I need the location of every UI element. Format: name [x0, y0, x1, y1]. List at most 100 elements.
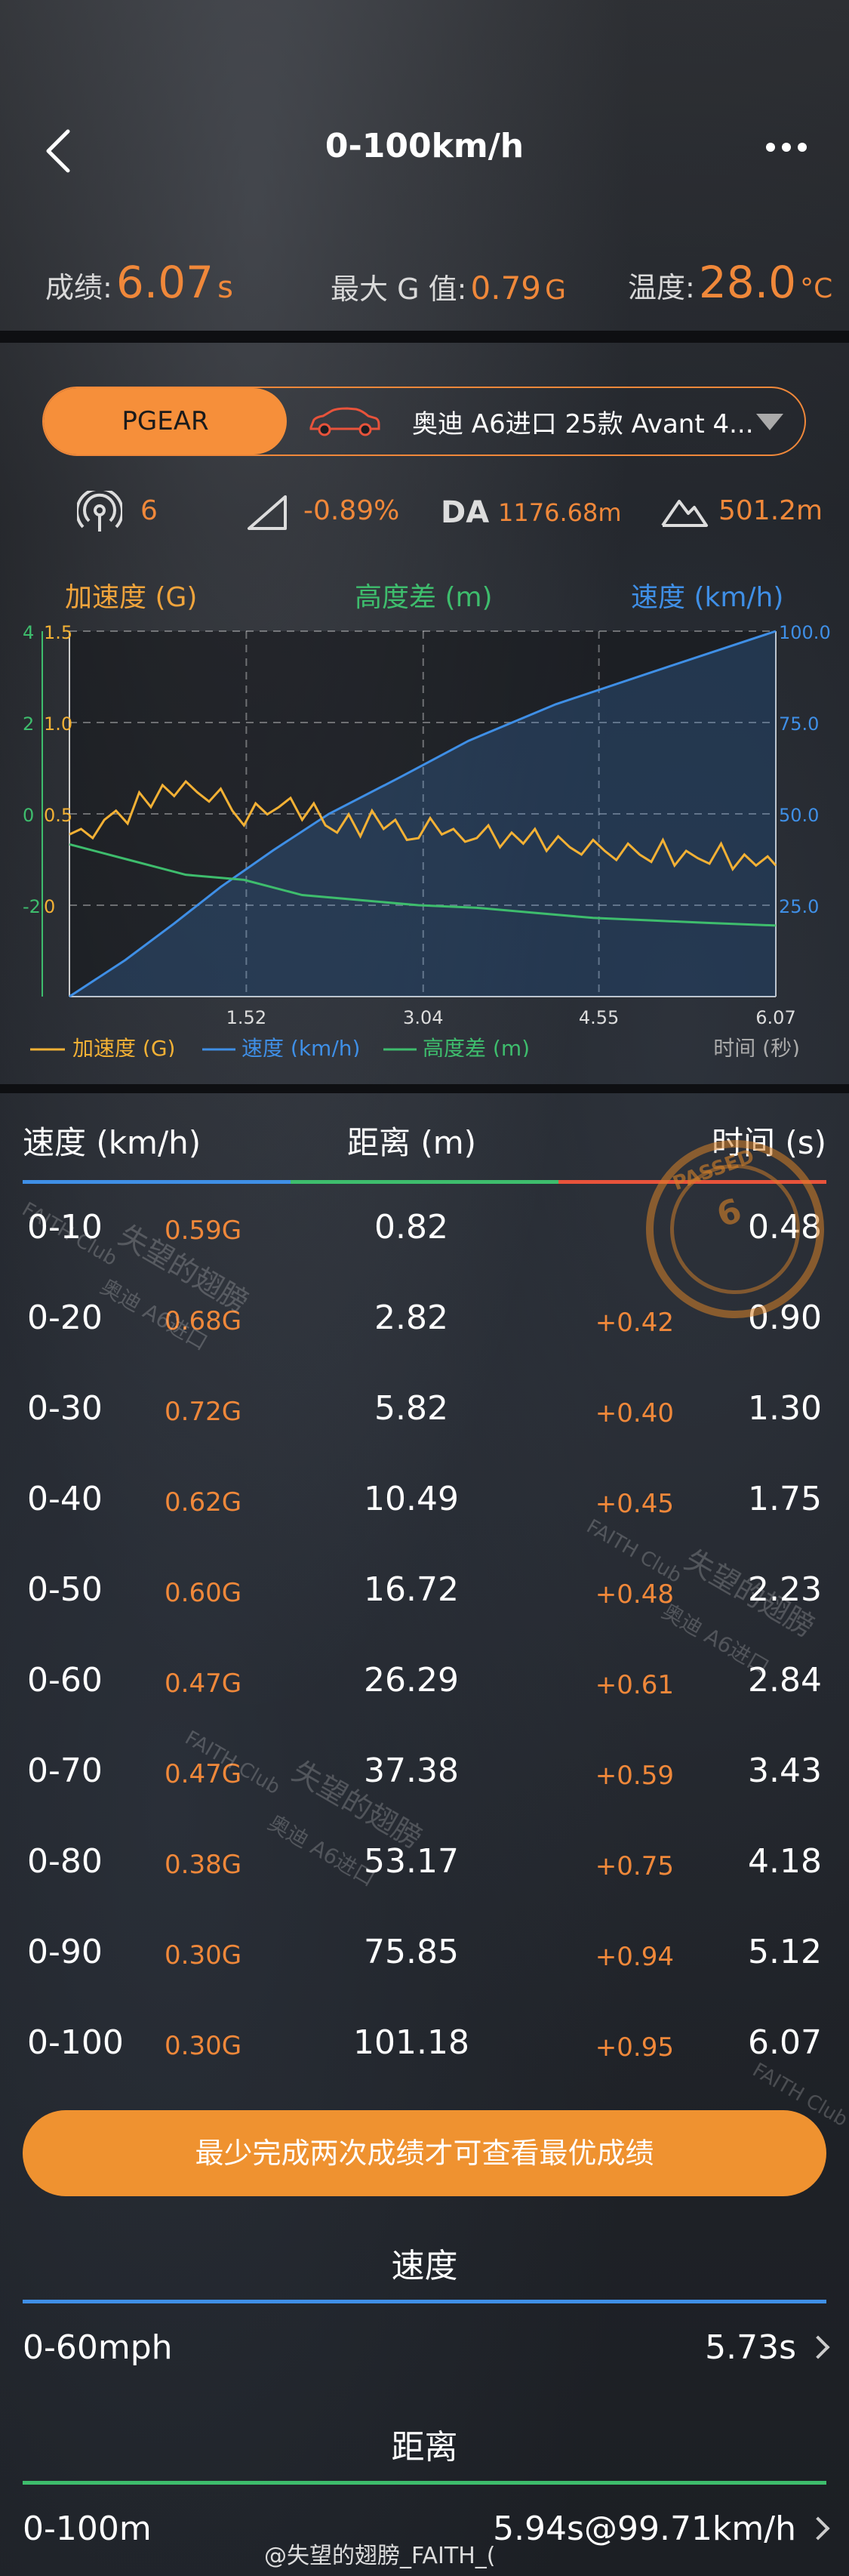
row-time-delta: +0.59 [595, 1761, 674, 1791]
y-tick-altitude: 0 [23, 805, 34, 826]
more-icon[interactable] [759, 140, 807, 155]
speed-section-line [23, 2300, 826, 2303]
da-value: 1176.68m [498, 498, 622, 527]
slope-icon [248, 495, 287, 530]
speed-result-row[interactable]: 0-60mph 5.73s [23, 2328, 830, 2381]
acceleration-chart: 1.54 100.01.02 75.00.50 50.00-2 25.01.52 3.04… [23, 622, 831, 1057]
footer-watermark: @失望的翅膀_FAITH_( [264, 2543, 496, 2569]
score-value: 6.07 [115, 257, 214, 308]
temperature-stat: 温度: 28.0 °C [628, 257, 832, 308]
x-axis-label: 时间 (秒) [713, 1036, 800, 1057]
row-distance: 10.49 [364, 1480, 459, 1518]
temperature-unit: °C [800, 273, 833, 304]
view-best-button[interactable]: 最少完成两次成绩才可查看最优成绩 [23, 2110, 826, 2196]
divider [0, 1084, 849, 1093]
score-label: 成绩: [45, 271, 112, 304]
speed-result-value: 5.73s [705, 2328, 796, 2367]
row-g-value: 0.47G [165, 1669, 242, 1699]
row-time: 1.75 [748, 1480, 822, 1518]
row-distance: 75.85 [364, 1933, 459, 1971]
temperature-value: 28.0 [698, 257, 797, 308]
row-speed: 0-80 [27, 1842, 103, 1881]
table-row: 0-30 0.72G 5.82 +0.40 1.30 [0, 1389, 849, 1457]
row-time: 1.30 [748, 1389, 822, 1428]
row-speed: 0-60 [27, 1661, 103, 1699]
row-g-value: 0.62G [165, 1487, 242, 1518]
max-g-label: 最大 G 值: [331, 273, 467, 306]
row-time-delta: +0.45 [595, 1489, 674, 1519]
row-speed: 0-100 [27, 2023, 124, 2062]
satellite-count: 6 [140, 495, 158, 526]
legend-altitude: 高度差 (m) [423, 1036, 530, 1057]
max-g-value: 0.79 [470, 270, 542, 307]
header-line-distance [291, 1180, 558, 1184]
table-row: 0-70 0.47G 37.38 +0.59 3.43 [0, 1752, 849, 1820]
row-speed: 0-70 [27, 1752, 103, 1790]
row-g-value: 0.30G [165, 2031, 242, 2061]
divider [0, 331, 849, 343]
col-header-distance: 距离 (m) [347, 1124, 477, 1161]
row-speed: 0-40 [27, 1480, 103, 1518]
y-tick-speed: 25.0 [779, 896, 819, 917]
y-tick-speed: 100.0 [779, 622, 831, 643]
page-title: 0-100km/h [325, 127, 524, 165]
x-tick: 1.52 [226, 1007, 266, 1028]
table-row: 0-90 0.30G 75.85 +0.94 5.12 [0, 1933, 849, 2001]
chevron-down-icon[interactable] [756, 414, 783, 430]
table-row: 0-100 0.30G 101.18 +0.95 6.07 [0, 2023, 849, 2091]
car-icon [309, 407, 380, 436]
row-g-value: 0.60G [165, 1578, 242, 1608]
x-tick: 6.07 [755, 1007, 795, 1028]
x-tick: 3.04 [403, 1007, 443, 1028]
y-tick-accel: 0 [44, 896, 55, 917]
header-line-speed [23, 1180, 291, 1184]
y-tick-altitude: 2 [23, 713, 34, 735]
table-row: 0-80 0.38G 53.17 +0.75 4.18 [0, 1842, 849, 1910]
row-distance: 26.29 [364, 1661, 459, 1699]
max-g-stat: 最大 G 值: 0.79 G [331, 266, 566, 307]
x-tick: 4.55 [579, 1007, 619, 1028]
row-speed: 0-30 [27, 1389, 103, 1428]
row-time-delta: +0.42 [595, 1308, 674, 1338]
y-tick-speed: 50.0 [779, 805, 819, 826]
max-g-unit: G [545, 275, 567, 306]
indicators-row: 6 -0.89% DA 1176.68m 501.2m [0, 489, 849, 535]
row-g-value: 0.72G [165, 1397, 242, 1427]
da-label: DA [441, 495, 490, 530]
row-speed: 0-20 [27, 1299, 103, 1337]
row-g-value: 0.38G [165, 1850, 242, 1880]
col-header-speed: 速度 (km/h) [23, 1124, 201, 1161]
y-tick-accel: 0.5 [44, 805, 72, 826]
altitude-value: 501.2m [718, 495, 823, 526]
row-distance: 0.82 [374, 1208, 448, 1246]
table-row: 0-60 0.47G 26.29 +0.61 2.84 [0, 1661, 849, 1729]
distance-section-title: 距离 [391, 2428, 458, 2467]
row-time: 6.07 [748, 2023, 822, 2062]
slope-value: -0.89% [303, 495, 400, 526]
chevron-right-icon[interactable] [806, 2335, 830, 2359]
y-tick-altitude: -2 [23, 896, 41, 917]
speed-result-label: 0-60mph [23, 2328, 173, 2367]
row-distance: 16.72 [364, 1570, 459, 1609]
row-time-delta: +0.75 [595, 1851, 674, 1881]
row-time-delta: +0.40 [595, 1398, 674, 1428]
row-speed: 0-90 [27, 1933, 103, 1971]
chevron-right-icon[interactable] [806, 2516, 830, 2541]
y-tick-accel: 1.0 [44, 713, 72, 735]
table-row: 0-40 0.62G 10.49 +0.45 1.75 [0, 1480, 849, 1548]
device-brand[interactable]: PGEAR [44, 388, 287, 454]
temperature-label: 温度: [628, 271, 695, 304]
row-time: 3.43 [748, 1752, 822, 1790]
stats-row: 成绩: 6.07 s 最大 G 值: 0.79 G 温度: 28.0 °C [0, 257, 849, 317]
mountain-icon [661, 500, 708, 527]
row-time: 4.18 [748, 1842, 822, 1881]
distance-result-value: 5.94s@99.71km/h [493, 2510, 796, 2548]
distance-section-line [23, 2481, 826, 2485]
y-tick-accel: 1.5 [44, 622, 72, 643]
row-distance: 5.82 [374, 1389, 448, 1428]
row-time: 5.12 [748, 1933, 822, 1971]
y-tick-altitude: 4 [23, 622, 34, 643]
device-selector[interactable]: PGEAR 奥迪 A6进口 25款 Avant 4... [42, 387, 806, 456]
row-time-delta: +0.95 [595, 2032, 674, 2063]
row-distance: 2.82 [374, 1299, 448, 1337]
